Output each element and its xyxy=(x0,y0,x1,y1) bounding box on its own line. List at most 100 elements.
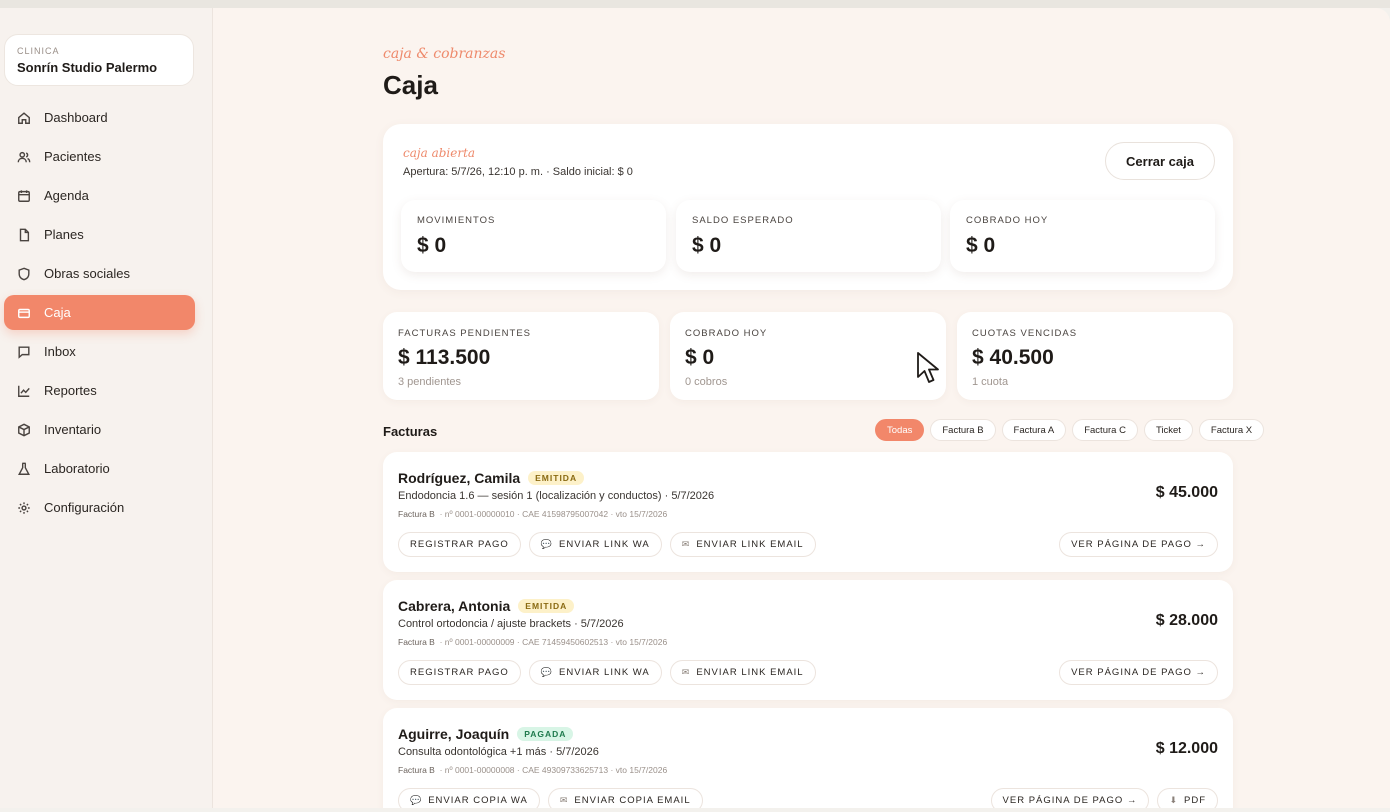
filter-todas[interactable]: Todas xyxy=(875,419,925,441)
send-link-email-button[interactable]: ✉ ENVIAR LINK EMAIL xyxy=(669,532,816,557)
sidebar-item-inbox[interactable]: Inbox xyxy=(4,334,195,369)
envelope-icon: ✉ xyxy=(681,667,691,677)
sidebar-item-pacientes[interactable]: Pacientes xyxy=(4,139,195,174)
clinic-selector[interactable]: CLINICA Sonrín Studio Palermo xyxy=(4,34,194,86)
wallet-icon xyxy=(16,305,32,321)
sidebar-item-laboratorio[interactable]: Laboratorio xyxy=(4,451,195,486)
send-copy-wa-button[interactable]: 💬 ENVIAR COPIA WA xyxy=(398,788,540,808)
kpi-sub: 3 pendientes xyxy=(398,376,461,388)
clinic-name: Sonrín Studio Palermo xyxy=(17,60,158,75)
invoice-actions: 💬 ENVIAR COPIA WA ✉ ENVIAR COPIA EMAIL xyxy=(398,788,703,808)
button-label: ENVIAR LINK WA xyxy=(559,667,650,678)
invoices-section-title: Facturas xyxy=(383,424,438,439)
sidebar-item-label: Reportes xyxy=(44,383,97,398)
invoice-description: Control ortodoncia / ajuste brackets · 5… xyxy=(398,618,624,630)
sidebar-item-label: Inbox xyxy=(44,344,76,359)
sidebar-item-reportes[interactable]: Reportes xyxy=(4,373,195,408)
download-icon: ⬇ xyxy=(1169,795,1178,805)
stat-value: $ 0 xyxy=(966,234,996,257)
invoice-right-actions: VER PÁGINA DE PAGO → xyxy=(1059,532,1218,557)
sidebar-item-agenda[interactable]: Agenda xyxy=(4,178,195,213)
chat-bubble-icon: 💬 xyxy=(540,539,554,549)
invoice-actions: REGISTRAR PAGO 💬 ENVIAR LINK WA ✉ ENVIAR L… xyxy=(398,532,816,557)
view-payment-page-button[interactable]: VER PÁGINA DE PAGO → xyxy=(990,788,1150,808)
sidebar-item-configuracion[interactable]: Configuración xyxy=(4,490,195,525)
send-link-wa-button[interactable]: 💬 ENVIAR LINK WA xyxy=(528,532,662,557)
stat-cobrado-hoy: COBRADO HOY $ 0 xyxy=(950,200,1215,272)
invoice-meta-details: · nº 0001-00000010 · CAE 41598795007042 … xyxy=(439,509,668,519)
kpi-value: $ 0 xyxy=(685,346,715,369)
button-label: PDF xyxy=(1184,795,1206,806)
clinic-label: CLINICA xyxy=(17,46,60,56)
download-pdf-button[interactable]: ⬇ PDF xyxy=(1157,788,1218,808)
invoice-amount: $ 45.000 xyxy=(1155,484,1218,501)
kpi-sub: 0 cobros xyxy=(685,376,728,388)
mouse-cursor-icon xyxy=(917,352,939,383)
patient-name: Aguirre, Joaquín xyxy=(398,726,510,742)
sidebar-item-planes[interactable]: Planes xyxy=(4,217,195,252)
sidebar-item-label: Agenda xyxy=(44,188,89,203)
stat-label: MOVIMIENTOS xyxy=(417,215,496,226)
calendar-icon xyxy=(16,188,32,204)
kpi-facturas-pendientes: FACTURAS PENDIENTES $ 113.500 3 pendient… xyxy=(383,312,659,400)
invoice-type: Factura B xyxy=(398,637,435,647)
status-badge: EMITIDA xyxy=(518,599,575,613)
invoice-type: Factura B xyxy=(398,509,435,519)
invoice-meta-details: · nº 0001-00000008 · CAE 49309733625713 … xyxy=(439,765,668,775)
sidebar: CLINICA Sonrín Studio Palermo Dashboard … xyxy=(0,8,213,808)
kpi-label: COBRADO HOY xyxy=(685,328,768,339)
sidebar-item-caja[interactable]: Caja xyxy=(4,295,195,330)
chart-icon xyxy=(16,383,32,399)
status-badge: PAGADA xyxy=(517,727,574,741)
sidebar-item-dashboard[interactable]: Dashboard xyxy=(4,100,195,135)
invoice-right-actions: VER PÁGINA DE PAGO → ⬇ PDF xyxy=(990,788,1218,808)
sidebar-item-label: Dashboard xyxy=(44,110,108,125)
button-label: ENVIAR COPIA WA xyxy=(428,795,528,806)
caja-status-card: caja abierta Apertura: 5/7/26, 12:10 p. … xyxy=(383,124,1233,290)
send-copy-email-button[interactable]: ✉ ENVIAR COPIA EMAIL xyxy=(547,788,703,808)
register-payment-button[interactable]: REGISTRAR PAGO xyxy=(398,532,521,557)
caja-opening-meta: Apertura: 5/7/26, 12:10 p. m. · Saldo in… xyxy=(403,166,633,178)
chat-bubble-icon: 💬 xyxy=(410,795,423,805)
home-icon xyxy=(16,110,32,126)
filter-factura-c[interactable]: Factura C xyxy=(1072,419,1138,441)
invoice-patient-name: Aguirre, Joaquín PAGADA xyxy=(398,726,574,742)
sidebar-item-label: Caja xyxy=(44,305,71,320)
patient-name: Cabrera, Antonia xyxy=(398,598,511,614)
invoice-amount: $ 28.000 xyxy=(1155,612,1218,629)
sidebar-item-inventario[interactable]: Inventario xyxy=(4,412,195,447)
send-link-wa-button[interactable]: 💬 ENVIAR LINK WA xyxy=(528,660,662,685)
sidebar-item-label: Inventario xyxy=(44,422,102,437)
filter-ticket[interactable]: Ticket xyxy=(1143,419,1193,441)
button-label: REGISTRAR PAGO xyxy=(410,667,509,678)
kpi-cuotas-vencidas: CUOTAS VENCIDAS $ 40.500 1 cuota xyxy=(957,312,1233,400)
view-payment-page-button[interactable]: VER PÁGINA DE PAGO → xyxy=(1059,660,1218,685)
invoice-filters: Todas Factura B Factura A Factura C Tick… xyxy=(875,419,1265,441)
users-icon xyxy=(16,149,32,165)
sidebar-item-obras-sociales[interactable]: Obras sociales xyxy=(4,256,195,291)
main-content: caja & cobranzas Caja caja abierta Apert… xyxy=(213,8,1390,808)
view-payment-page-button[interactable]: VER PÁGINA DE PAGO → xyxy=(1059,532,1218,557)
sidebar-item-label: Planes xyxy=(44,227,84,242)
invoice-actions: REGISTRAR PAGO 💬 ENVIAR LINK WA ✉ ENVIAR L… xyxy=(398,660,816,685)
register-payment-button[interactable]: REGISTRAR PAGO xyxy=(398,660,521,685)
filter-factura-a[interactable]: Factura A xyxy=(1001,419,1067,441)
flask-icon xyxy=(16,461,32,477)
status-badge: EMITIDA xyxy=(528,471,585,485)
page-kicker: caja & cobranzas xyxy=(383,46,506,62)
file-icon xyxy=(16,227,32,243)
filter-factura-x[interactable]: Factura X xyxy=(1198,419,1265,441)
shield-icon xyxy=(16,266,32,282)
invoice-amount: $ 12.000 xyxy=(1155,740,1218,757)
sidebar-item-label: Laboratorio xyxy=(44,461,110,476)
kpi-label: FACTURAS PENDIENTES xyxy=(398,328,532,339)
sidebar-nav: Dashboard Pacientes Agenda Planes Obras … xyxy=(4,100,195,529)
close-caja-button[interactable]: Cerrar caja xyxy=(1105,142,1215,180)
invoice-card: Cabrera, Antonia EMITIDA Control ortodonc… xyxy=(383,580,1233,700)
box-icon xyxy=(16,422,32,438)
send-link-email-button[interactable]: ✉ ENVIAR LINK EMAIL xyxy=(669,660,816,685)
invoice-meta: Factura B · nº 0001-00000009 · CAE 71459… xyxy=(398,637,667,647)
filter-factura-b[interactable]: Factura B xyxy=(930,419,996,441)
button-label: ENVIAR COPIA EMAIL xyxy=(574,795,691,806)
invoice-meta: Factura B · nº 0001-00000010 · CAE 41598… xyxy=(398,509,667,519)
